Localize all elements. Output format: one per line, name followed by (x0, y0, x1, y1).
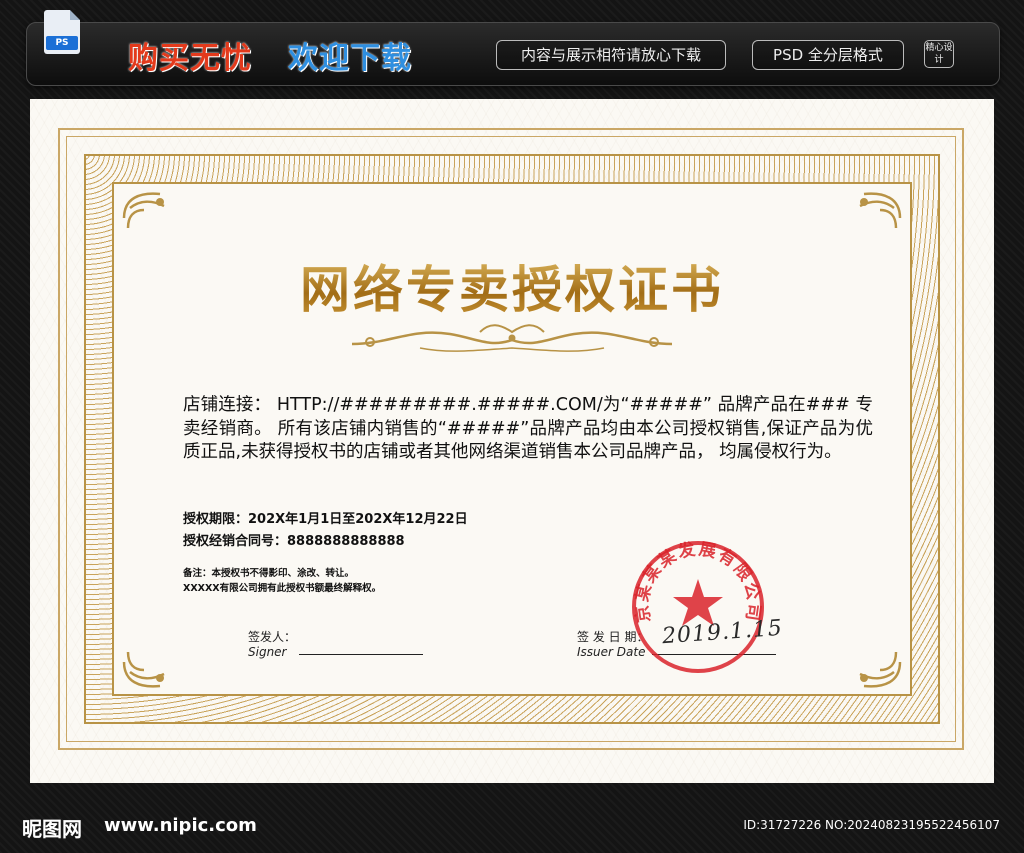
certificate-body-text: 店铺连接： HTTP://#########.#####.COM/为“#####… (183, 395, 873, 462)
design-tag: 精心设计 (924, 40, 954, 68)
slogan-buy: 购买无忧 (128, 41, 252, 76)
corner-ornament-bottom-right (859, 651, 902, 688)
ps-badge: PS (46, 36, 78, 50)
note-line-2: XXXXX有限公司拥有此授权书额最终解释权。 (183, 583, 382, 594)
site-url: www.nipic.com (104, 815, 257, 836)
file-fold (70, 10, 80, 20)
signer-label-en: Signer (248, 645, 287, 659)
corner-ornament-bottom-left (122, 651, 165, 688)
design-tag-text: 精心设计 (925, 43, 953, 65)
contract-number: 授权经销合同号：8888888888888 (183, 534, 405, 549)
site-logo-text: 昵图网 (22, 817, 82, 841)
signer-label-cn: 签发人： (248, 630, 297, 644)
certificate-title: 网络专卖授权证书 (0, 250, 1024, 322)
content-match-badge: 内容与展示相符请放心下载 (496, 40, 726, 70)
signer-line (299, 654, 423, 655)
company-red-seal: 京某某某发展有限公司 (631, 538, 764, 673)
psd-format-badge: PSD 全分层格式 (752, 40, 904, 70)
title-flourish-ornament (351, 324, 673, 352)
psd-file-icon: PS (44, 10, 80, 54)
slogan-welcome: 欢迎下载 (288, 41, 412, 76)
corner-ornament-top-right (859, 192, 902, 229)
image-id-number: ID:31727226 NO:20240823195522456107 (743, 818, 1000, 832)
authorization-period: 授权期限：202X年1月1日至202X年12月22日 (183, 512, 468, 527)
note-line-1: 备注：本授权书不得影印、涂改、转让。 (183, 568, 355, 579)
corner-ornament-top-left (122, 192, 165, 229)
